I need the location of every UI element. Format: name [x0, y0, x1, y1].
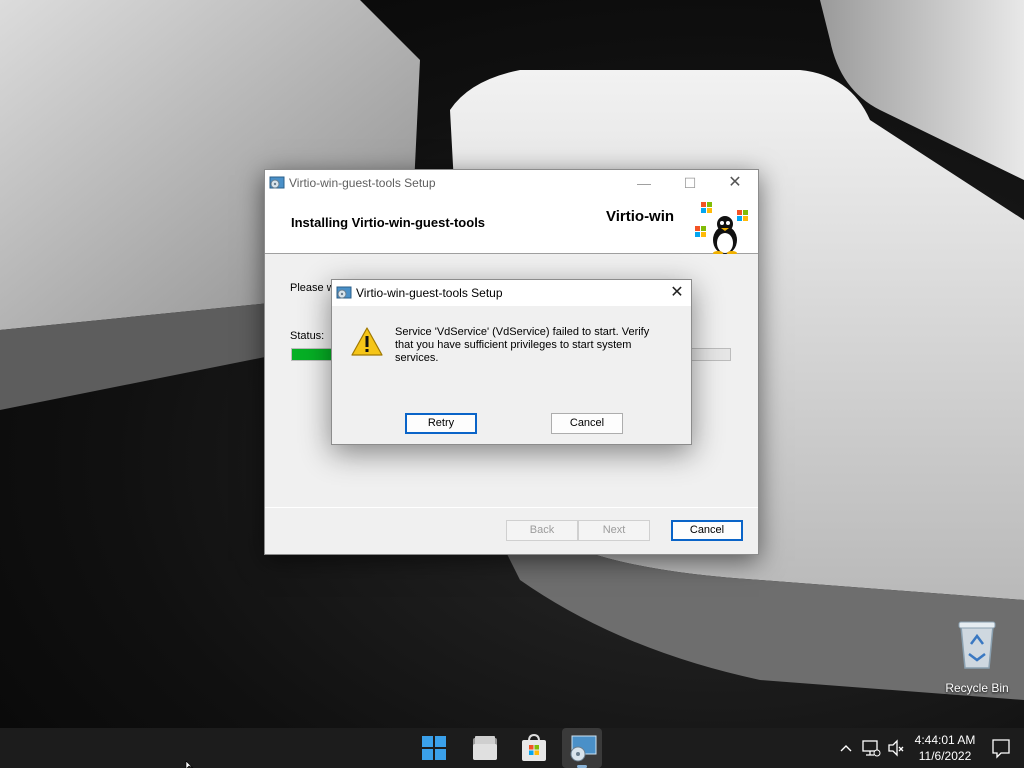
store-icon — [522, 733, 546, 761]
back-button[interactable]: Back — [506, 520, 578, 541]
volume-muted-icon — [888, 739, 904, 757]
setup-taskbar-button[interactable] — [562, 728, 602, 768]
maximize-button[interactable]: ☐ — [667, 170, 713, 196]
clock-time: 4:44:01 AM — [914, 733, 976, 747]
network-button[interactable] — [860, 728, 882, 768]
progress-fill — [292, 349, 336, 360]
setup-app-icon — [269, 176, 285, 189]
close-button[interactable]: ✕ — [712, 170, 758, 196]
error-dialog-close-button[interactable]: ✕ — [662, 280, 692, 306]
recycle-bin-icon — [958, 621, 996, 669]
installer-banner: Installing Virtio-win-guest-tools Virtio… — [265, 196, 758, 254]
network-icon — [862, 740, 881, 757]
installer-titlebar[interactable]: Virtio-win-guest-tools Setup — ☐ ✕ — [265, 170, 758, 196]
show-hidden-icons-button[interactable] — [838, 728, 854, 768]
error-dialog-titlebar[interactable]: Virtio-win-guest-tools Setup ✕ — [332, 280, 691, 306]
mouse-cursor-icon — [185, 761, 194, 768]
notifications-button[interactable] — [990, 728, 1012, 768]
file-explorer-icon — [473, 736, 497, 760]
next-button[interactable]: Next — [578, 520, 650, 541]
retry-button[interactable]: Retry — [405, 413, 477, 434]
installer-body-text: Please w — [290, 282, 335, 294]
tux-windows-logo — [695, 202, 748, 254]
recycle-bin[interactable]: Recycle Bin — [936, 620, 1018, 695]
error-message: Service 'VdService' (VdService) failed t… — [395, 326, 650, 364]
brand-text: Virtio-win — [606, 208, 675, 225]
footer-divider — [265, 507, 758, 508]
store-button[interactable] — [514, 728, 554, 768]
clock[interactable]: 4:44:01 AM 11/6/2022 — [906, 732, 984, 764]
error-dialog-title: Virtio-win-guest-tools Setup — [356, 286, 503, 300]
installer-heading: Installing Virtio-win-guest-tools — [291, 215, 486, 230]
setup-app-icon — [570, 735, 597, 762]
status-label: Status: — [290, 330, 325, 342]
installer-cancel-button[interactable]: Cancel — [671, 520, 743, 541]
error-cancel-button[interactable]: Cancel — [551, 413, 623, 434]
start-icon — [422, 736, 446, 760]
minimize-button[interactable]: — — [621, 170, 667, 196]
file-explorer-button[interactable] — [465, 728, 505, 768]
installer-title: Virtio-win-guest-tools Setup — [289, 176, 436, 190]
clock-date: 11/6/2022 — [918, 749, 972, 763]
chevron-up-icon — [840, 745, 852, 752]
recycle-bin-label: Recycle Bin — [945, 681, 1009, 695]
setup-app-icon — [336, 286, 352, 299]
taskbar: 4:44:01 AM 11/6/2022 — [0, 728, 1024, 768]
notification-icon — [992, 739, 1010, 759]
start-button[interactable] — [414, 728, 454, 768]
warning-icon — [351, 327, 383, 356]
volume-button[interactable] — [886, 728, 906, 768]
error-dialog: Virtio-win-guest-tools Setup ✕ Service '… — [331, 279, 692, 445]
